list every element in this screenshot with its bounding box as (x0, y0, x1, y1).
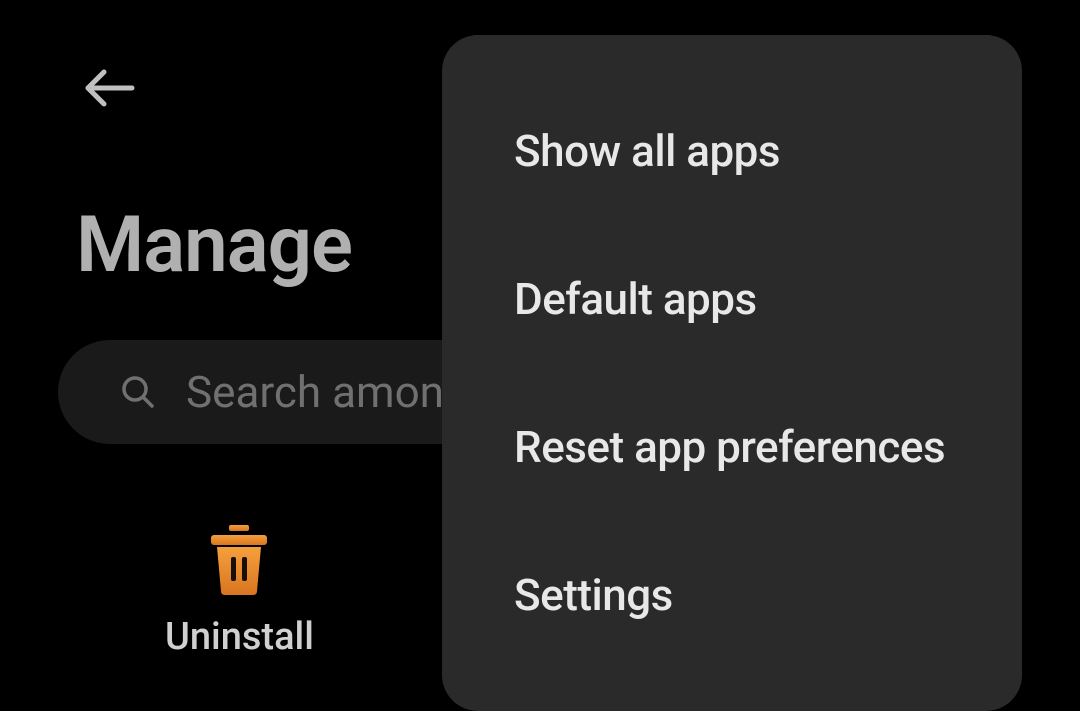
menu-item-reset-app-preferences[interactable]: Reset app preferences (442, 373, 1022, 521)
overflow-menu: Show all apps Default apps Reset app pre… (442, 35, 1022, 711)
trash-icon (207, 525, 271, 595)
menu-item-show-all-apps[interactable]: Show all apps (442, 105, 1022, 225)
uninstall-label: Uninstall (165, 615, 314, 659)
search-placeholder: Search amon (186, 366, 444, 418)
page-title: Manage (76, 200, 352, 291)
menu-item-settings[interactable]: Settings (442, 521, 1022, 641)
uninstall-button[interactable]: Uninstall (165, 525, 314, 659)
menu-item-default-apps[interactable]: Default apps (442, 225, 1022, 373)
arrow-left-icon (80, 68, 136, 112)
search-icon (120, 374, 156, 410)
back-button[interactable] (80, 70, 136, 110)
